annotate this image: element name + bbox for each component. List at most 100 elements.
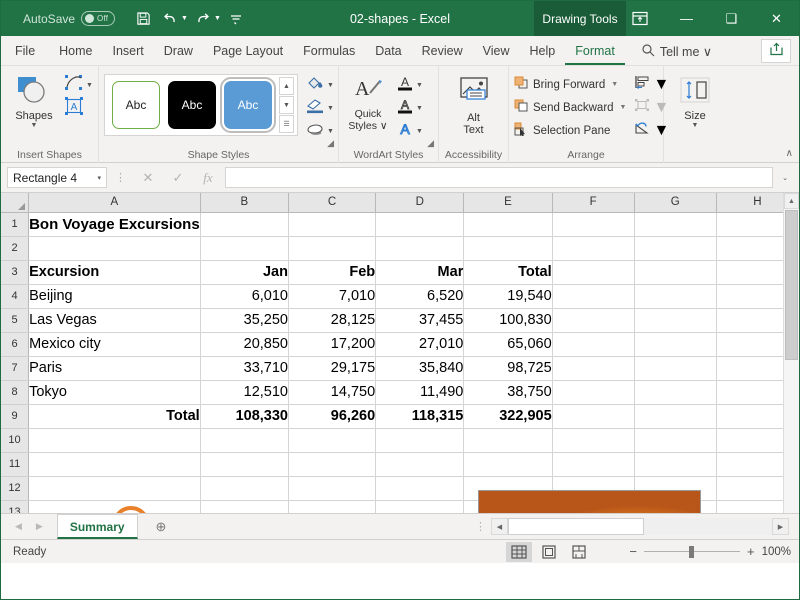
column-header-d[interactable]: D [375, 193, 465, 213]
undo-dropdown-caret[interactable]: ▼ [181, 15, 188, 22]
tab-help[interactable]: Help [520, 37, 566, 65]
autosave-control[interactable]: AutoSave Off [23, 11, 116, 26]
tab-draw[interactable]: Draw [154, 37, 203, 65]
shape-fill-button[interactable]: ▼ [305, 75, 334, 95]
cell-d13[interactable] [375, 500, 465, 513]
cell-d10[interactable] [375, 428, 465, 453]
normal-view-button[interactable] [506, 541, 532, 562]
horizontal-scrollbar[interactable]: ◀ ▶ [491, 518, 789, 535]
cell-b12[interactable] [200, 476, 289, 501]
tab-formulas[interactable]: Formulas [293, 37, 365, 65]
select-all-corner[interactable] [1, 193, 30, 213]
cell-d5[interactable]: 37,455 [375, 308, 465, 333]
scroll-up-button[interactable]: ▲ [784, 193, 799, 209]
row-header-5[interactable]: 5 [1, 308, 30, 333]
shape-styles-scroll-down[interactable]: ▼ [279, 96, 294, 114]
cell-b4[interactable]: 6,010 [200, 284, 289, 309]
cell-d8[interactable]: 11,490 [375, 380, 465, 405]
cell-g10[interactable] [634, 428, 717, 453]
shape-styles-gallery[interactable]: Abc Abc Abc ▲ ▼ ☰ [104, 74, 298, 136]
shape-style-swatch-2[interactable]: Abc [168, 81, 216, 129]
row-header-3[interactable]: 3 [1, 260, 30, 285]
column-header-a[interactable]: A [28, 193, 201, 213]
cell-e1[interactable] [463, 212, 553, 237]
selection-pane-button[interactable]: Selection Pane [514, 120, 626, 141]
cell-e7[interactable]: 98,725 [463, 356, 553, 381]
cell-a10[interactable] [28, 428, 201, 453]
row-header-12[interactable]: 12 [1, 476, 30, 501]
cell-d1[interactable] [375, 212, 465, 237]
ribbon-display-options-icon[interactable] [629, 8, 651, 28]
redo-icon[interactable] [191, 7, 215, 31]
cell-c1[interactable] [288, 212, 377, 237]
share-button[interactable] [761, 39, 791, 63]
row-header-6[interactable]: 6 [1, 332, 30, 357]
cell-c4[interactable]: 7,010 [288, 284, 377, 309]
cell-c2[interactable] [288, 236, 377, 261]
cell-g8[interactable] [634, 380, 717, 405]
cell-c10[interactable] [288, 428, 377, 453]
vertical-scrollbar[interactable]: ▲ [783, 193, 799, 513]
cell-e10[interactable] [463, 428, 553, 453]
page-break-view-button[interactable] [566, 542, 592, 562]
cell-c3[interactable]: Feb [288, 260, 377, 285]
cell-d7[interactable]: 35,840 [375, 356, 465, 381]
cell-f3[interactable] [552, 260, 635, 285]
tab-insert[interactable]: Insert [103, 37, 154, 65]
column-header-g[interactable]: G [634, 193, 717, 213]
cell-a4[interactable]: Beijing [28, 284, 201, 309]
row-header-7[interactable]: 7 [1, 356, 30, 381]
cell-g9[interactable] [634, 404, 717, 429]
cell-f5[interactable] [552, 308, 635, 333]
alt-text-button[interactable]: Alt Text [446, 71, 502, 136]
row-header-1[interactable]: 1 [1, 212, 30, 237]
cell-f8[interactable] [552, 380, 635, 405]
cell-e5[interactable]: 100,830 [463, 308, 553, 333]
cell-b2[interactable] [200, 236, 289, 261]
scroll-right-button[interactable]: ▶ [772, 518, 789, 535]
row-header-4[interactable]: 4 [1, 284, 30, 309]
text-outline-button[interactable]: A ▼ [396, 97, 423, 118]
wordart-styles-dialog-launcher[interactable]: ◢ [427, 138, 434, 149]
cell-b10[interactable] [200, 428, 289, 453]
send-backward-caret[interactable]: ▼ [620, 104, 627, 111]
row-header-11[interactable]: 11 [1, 452, 30, 477]
cell-c9[interactable]: 96,260 [288, 404, 377, 429]
row-header-2[interactable]: 2 [1, 236, 30, 261]
cell-f2[interactable] [552, 236, 635, 261]
cell-b7[interactable]: 33,710 [200, 356, 289, 381]
cell-c11[interactable] [288, 452, 377, 477]
cell-d2[interactable] [375, 236, 465, 261]
cell-d12[interactable] [375, 476, 465, 501]
cell-e2[interactable] [463, 236, 553, 261]
cell-d11[interactable] [375, 452, 465, 477]
cell-b1[interactable] [200, 212, 289, 237]
cell-a1[interactable]: Bon Voyage Excursions [28, 212, 201, 237]
edit-shape-button[interactable]: ▼ [64, 74, 93, 95]
text-fill-button[interactable]: A ▼ [396, 75, 423, 95]
shape-effects-caret[interactable]: ▼ [327, 128, 334, 135]
shape-outline-button[interactable]: ▼ [305, 98, 334, 118]
text-box-button[interactable]: A [64, 96, 93, 118]
cell-a7[interactable]: Paris [28, 356, 201, 381]
scroll-left-button[interactable]: ◀ [491, 518, 508, 535]
tab-view[interactable]: View [473, 37, 520, 65]
cell-c5[interactable]: 28,125 [288, 308, 377, 333]
zoom-out-button[interactable]: − [629, 544, 637, 559]
autosave-toggle[interactable]: Off [81, 11, 116, 26]
horizontal-scroll-track[interactable] [508, 518, 772, 535]
shape-fill-caret[interactable]: ▼ [327, 82, 334, 89]
size-button[interactable]: Size ▼ [669, 71, 721, 129]
cell-a9[interactable]: Total [28, 404, 201, 429]
worksheet-grid[interactable]: A B C D E F G H 1 Bon Voyage Excursions [1, 193, 799, 513]
save-icon[interactable] [131, 7, 155, 31]
cell-b6[interactable]: 20,850 [200, 332, 289, 357]
sheet-tab-summary[interactable]: Summary [56, 514, 138, 539]
cell-f11[interactable] [552, 452, 635, 477]
cell-g2[interactable] [634, 236, 717, 261]
cell-e9[interactable]: 322,905 [463, 404, 553, 429]
collapse-ribbon-button[interactable]: ∧ [786, 148, 793, 159]
cell-g1[interactable] [634, 212, 717, 237]
shapes-dropdown-caret[interactable]: ▼ [31, 122, 38, 129]
send-backward-button[interactable]: Send Backward ▼ [514, 97, 626, 118]
